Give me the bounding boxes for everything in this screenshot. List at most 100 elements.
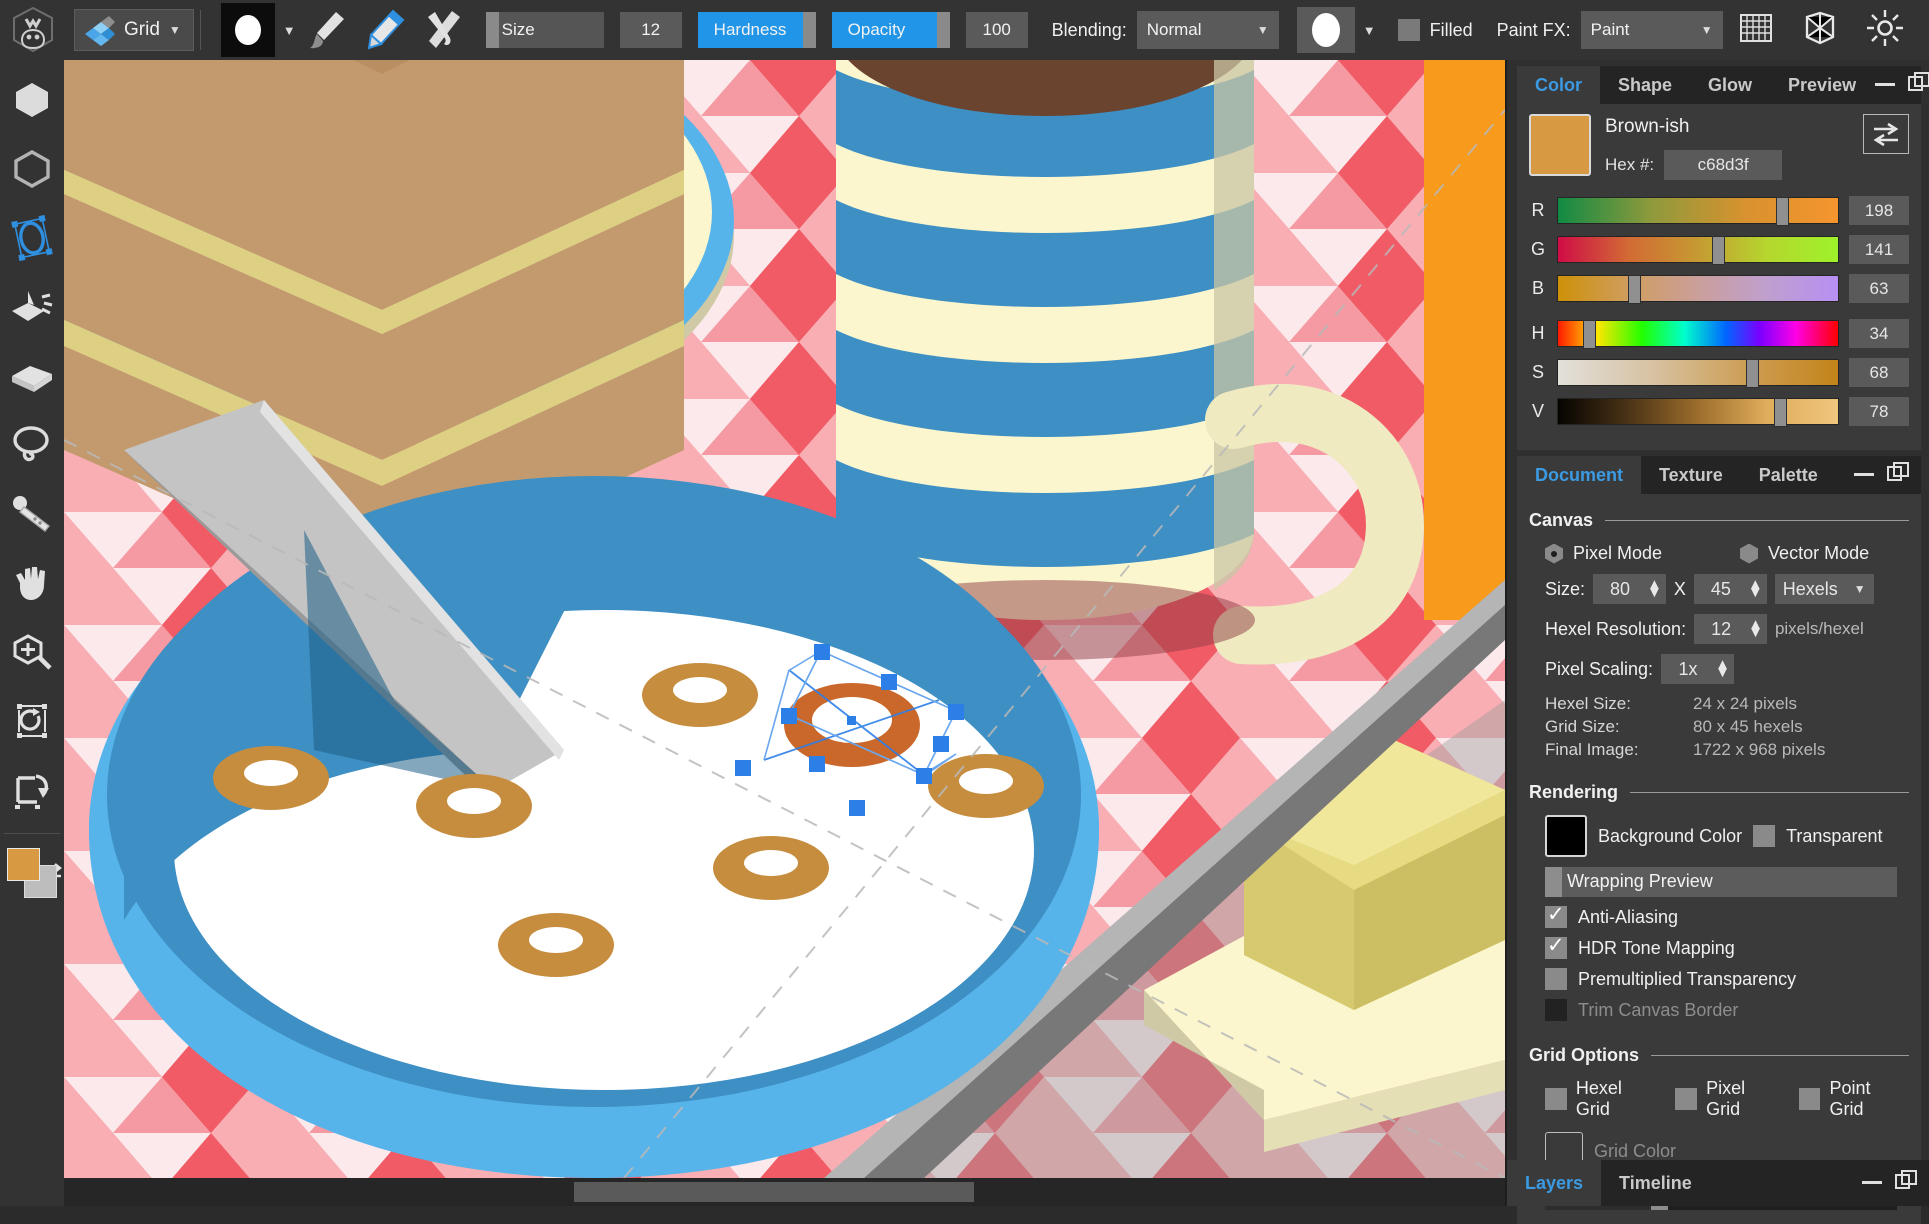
channel-b-knob[interactable] [1628,275,1641,304]
premultiplied-transparency-checkbox[interactable] [1545,968,1567,990]
tab-glow[interactable]: Glow [1690,66,1770,104]
anti-aliasing-row[interactable]: Anti-Aliasing [1545,902,1909,928]
tab-color[interactable]: Color [1517,66,1600,104]
filled-checkbox[interactable] [1397,19,1420,41]
size-slider-knob[interactable] [485,12,499,48]
channel-g-knob[interactable] [1712,236,1725,265]
tab-shape[interactable]: Shape [1600,66,1690,104]
blending-select[interactable]: Normal ▼ [1136,11,1279,49]
outline-hexagon-tool[interactable] [0,135,64,202]
minimize-icon[interactable] [1853,465,1875,485]
artwork-canvas[interactable] [64,60,1505,1178]
paintfx-select[interactable]: Paint ▼ [1580,11,1723,49]
size-value-field[interactable]: 12 [619,12,682,48]
trim-canvas-border-row[interactable]: Trim Canvas Border [1545,999,1909,1021]
pixel-grid-checkbox[interactable] [1675,1088,1698,1110]
premultiplied-transparency-row[interactable]: Premultiplied Transparency [1545,968,1909,990]
channel-s-slider[interactable] [1557,359,1839,388]
hdr-tone-mapping-checkbox[interactable] [1545,933,1567,959]
minimize-icon[interactable] [1874,75,1896,95]
channel-b-value[interactable]: 63 [1849,274,1909,303]
current-color-swatch[interactable] [1529,114,1591,176]
tab-document[interactable]: Document [1517,456,1642,494]
pixel-mode-radio[interactable]: Pixel Mode [1545,543,1662,564]
opacity-slider-knob[interactable] [936,12,950,48]
transparent-checkbox[interactable] [1753,825,1776,847]
swap-color-button[interactable] [1863,114,1909,154]
stepper-arrows-icon[interactable]: ▲ ▼ [1647,577,1666,601]
minimize-icon[interactable] [1861,1173,1883,1193]
hexel-toggle-icon[interactable] [1801,9,1839,52]
brightness-icon[interactable] [1865,8,1905,53]
canvas-horizontal-scrollbar[interactable] [64,1178,1505,1206]
app-logo[interactable] [0,0,66,60]
eyedropper-tool[interactable] [0,480,64,547]
channel-v-slider[interactable] [1557,398,1839,427]
tab-texture[interactable]: Texture [1641,456,1741,494]
pixel-scaling-stepper[interactable]: 1x ▲ ▼ [1661,654,1734,684]
tab-preview[interactable]: Preview [1770,66,1874,104]
channel-h-value[interactable]: 34 [1849,319,1909,348]
hdr-tone-mapping-row[interactable]: HDR Tone Mapping [1545,933,1909,959]
foreground-background-swatch[interactable] [7,848,57,898]
stepper-arrows-icon[interactable]: ▲ ▼ [1748,617,1767,641]
channel-h-slider[interactable] [1557,320,1839,349]
background-color-swatch[interactable] [1545,815,1587,857]
point-grid-checkbox[interactable] [1798,1088,1821,1110]
maximize-icon[interactable] [1908,71,1929,99]
canvas-scroll-thumb[interactable] [574,1182,974,1202]
calligraphy-pen-icon[interactable] [416,3,470,57]
canvas-height-stepper[interactable]: 45 ▲ ▼ [1693,574,1767,604]
tab-palette[interactable]: Palette [1741,456,1836,494]
hexel-grid-checkbox[interactable] [1545,1088,1567,1110]
channel-h-knob[interactable] [1583,320,1597,349]
wrapping-preview-knob[interactable] [1545,867,1562,897]
tab-timeline[interactable]: Timeline [1601,1160,1710,1206]
opacity-value-field[interactable]: 100 [965,12,1028,48]
hex-input[interactable]: c68d3f [1664,150,1783,180]
zoom-tool[interactable] [0,618,64,685]
tab-layers[interactable]: Layers [1507,1160,1602,1206]
channel-s-knob[interactable] [1745,359,1759,388]
channel-r-slider[interactable] [1557,197,1839,226]
pencil-icon[interactable] [358,3,412,57]
canvas-width-stepper[interactable]: 80 ▲ ▼ [1593,574,1666,604]
fill-bucket-tool[interactable] [0,273,64,340]
hexel-resolution-stepper[interactable]: 12 ▲ ▼ [1694,614,1767,644]
slab-tool[interactable] [0,342,64,409]
filled-hexagon-tool[interactable] [0,66,64,133]
paintbrush-icon[interactable] [300,3,354,57]
grid-toggle-icon[interactable] [1737,9,1775,52]
brush-shape-chevron-icon[interactable]: ▼ [283,23,296,38]
pattern-swatch[interactable] [1296,7,1355,53]
channel-v-knob[interactable] [1773,398,1787,427]
trim-canvas-border-checkbox[interactable] [1545,999,1567,1021]
transform-ellipse-tool[interactable] [0,204,64,271]
vector-mode-radio[interactable]: Vector Mode [1740,543,1869,564]
wrapping-preview-slider[interactable]: Wrapping Preview [1545,867,1897,897]
grid-mode-button[interactable]: Grid ▼ [74,9,194,51]
channel-r-knob[interactable] [1776,197,1790,226]
rotate-canvas-tool[interactable] [0,687,64,754]
foreground-color-swatch[interactable] [7,848,40,881]
hardness-slider[interactable]: Hardness [697,12,816,48]
channel-v-value[interactable]: 78 [1849,397,1909,426]
stepper-arrows-icon[interactable]: ▲ ▼ [1715,657,1734,681]
anti-aliasing-checkbox[interactable] [1545,902,1567,928]
lasso-tool[interactable] [0,411,64,478]
pattern-chevron-icon[interactable]: ▼ [1363,23,1376,38]
hand-pan-tool[interactable] [0,549,64,616]
opacity-slider[interactable]: Opacity [831,12,950,48]
channel-b-slider[interactable] [1557,275,1839,304]
channel-g-slider[interactable] [1557,236,1839,265]
canvas-units-select[interactable]: Hexels ▼ [1774,574,1874,604]
channel-s-value[interactable]: 68 [1849,358,1909,387]
channel-r-value[interactable]: 198 [1849,196,1909,225]
hardness-slider-knob[interactable] [802,12,816,48]
maximize-icon[interactable] [1887,461,1909,489]
maximize-icon[interactable] [1895,1169,1917,1197]
size-slider[interactable]: Size [485,12,604,48]
flip-canvas-tool[interactable] [0,756,64,823]
brush-shape-swatch[interactable] [220,3,275,57]
stepper-arrows-icon[interactable]: ▲ ▼ [1748,577,1767,601]
